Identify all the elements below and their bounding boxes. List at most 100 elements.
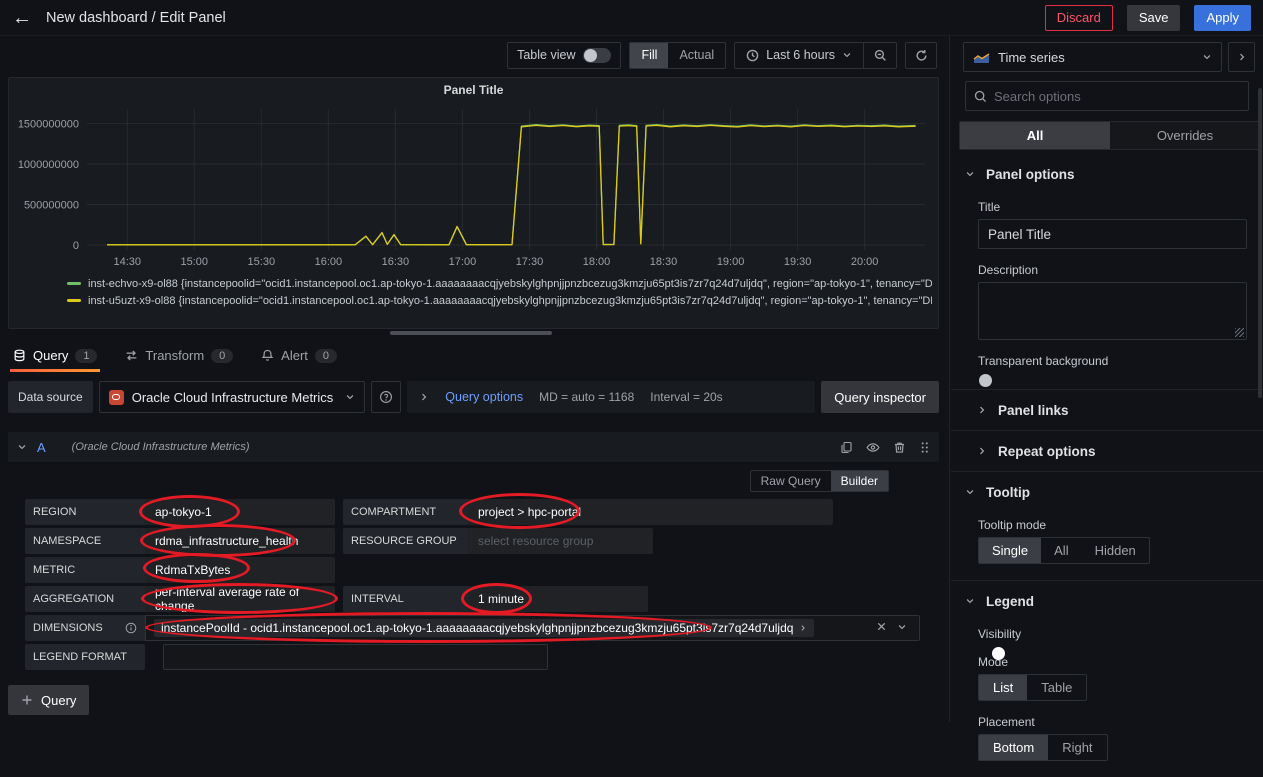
region-field[interactable]: REGION ap-tokyo-1 [25, 499, 335, 525]
query-editor: A (Oracle Cloud Infrastructure Metrics) [8, 432, 939, 670]
tooltip-header[interactable]: Tooltip [951, 472, 1263, 512]
builder-button[interactable]: Builder [831, 471, 888, 491]
query-editor-header[interactable]: A (Oracle Cloud Infrastructure Metrics) [8, 432, 939, 462]
query-options-link[interactable]: Query options [445, 390, 523, 404]
legend-label: inst-u5uzt-x9-ol88 {instancepoolid="ocid… [88, 295, 932, 307]
delete-query-trash-icon[interactable] [893, 441, 906, 454]
timeseries-chart[interactable]: 14:3015:0015:3016:0016:3017:0017:3018:00… [9, 99, 937, 273]
options-search-input[interactable] [994, 89, 1240, 104]
refresh-button[interactable] [905, 42, 937, 69]
legend-item[interactable]: inst-echvo-x9-ol88 {instancepoolid="ocid… [67, 275, 932, 292]
svg-text:17:00: 17:00 [449, 256, 477, 268]
tab-transform[interactable]: Transform 0 [122, 339, 236, 372]
svg-text:14:30: 14:30 [113, 256, 141, 268]
resource-group-placeholder[interactable]: select resource group [468, 528, 603, 554]
back-arrow-icon[interactable]: ← [12, 8, 32, 28]
namespace-value[interactable]: rdma_infrastructure_health [145, 528, 308, 554]
visualization-picker[interactable]: Time series [963, 42, 1222, 72]
metric-field[interactable]: METRIC RdmaTxBytes [25, 557, 335, 583]
dimensions-select[interactable]: instancePoolId - ocid1.instancepool.oc1.… [145, 615, 920, 641]
legend-swatch [67, 299, 81, 302]
legend-mode-label: Mode [978, 655, 1247, 669]
namespace-field[interactable]: NAMESPACE rdma_infrastructure_health [25, 528, 335, 554]
raw-query-button[interactable]: Raw Query [751, 471, 831, 491]
legend-header[interactable]: Legend [951, 581, 1263, 621]
legend-format-input[interactable] [163, 644, 548, 670]
collapse-chevron-icon[interactable] [17, 442, 27, 452]
save-button[interactable]: Save [1127, 5, 1181, 31]
datasource-label: Data source [8, 381, 93, 413]
info-circle-icon[interactable] [125, 622, 137, 634]
repeat-options-header[interactable]: Repeat options [951, 431, 1263, 471]
query-options-row: Query options MD = auto = 1168 Interval … [407, 381, 815, 413]
datasource-picker[interactable]: Oracle Cloud Infrastructure Metrics [99, 381, 366, 413]
apply-button[interactable]: Apply [1194, 5, 1251, 31]
dimensions-field[interactable]: DIMENSIONS instancePoolId - ocid1.instan… [25, 615, 920, 641]
metric-value[interactable]: RdmaTxBytes [145, 557, 240, 583]
legend-placement-right[interactable]: Right [1048, 735, 1106, 760]
compartment-field[interactable]: COMPARTMENT project > hpc-portal [343, 499, 833, 525]
datasource-help-button[interactable] [371, 381, 401, 413]
table-view-switch[interactable] [583, 48, 611, 63]
panel-links-section: Panel links [951, 390, 1263, 431]
query-inspector-button[interactable]: Query inspector [821, 381, 939, 413]
chevron-down-icon [965, 487, 975, 497]
legend-mode-list[interactable]: List [979, 675, 1027, 700]
svg-text:20:00: 20:00 [851, 256, 879, 268]
panel-links-header[interactable]: Panel links [951, 390, 1263, 430]
collapse-options-button[interactable] [1228, 42, 1255, 72]
dimension-chip[interactable]: instancePoolId - ocid1.instancepool.oc1.… [154, 619, 814, 637]
compartment-value[interactable]: project > hpc-portal [468, 499, 591, 525]
options-search[interactable] [965, 81, 1249, 111]
sidebar-scrollbar[interactable] [1258, 88, 1262, 398]
panel-options-header[interactable]: Panel options [951, 154, 1263, 194]
aggregation-field[interactable]: AGGREGATION per-interval average rate of… [25, 586, 335, 612]
legend-mode-table[interactable]: Table [1027, 675, 1086, 700]
legend-horizontal-scrollbar[interactable] [8, 330, 939, 337]
region-value[interactable]: ap-tokyo-1 [145, 499, 222, 525]
legend-placement-bottom[interactable]: Bottom [979, 735, 1048, 760]
min-interval: Interval = 20s [650, 390, 722, 404]
aggregation-value[interactable]: per-interval average rate of change [145, 586, 335, 612]
tooltip-mode-all[interactable]: All [1041, 538, 1081, 563]
description-textarea[interactable] [978, 282, 1247, 340]
discard-button[interactable]: Discard [1045, 5, 1113, 31]
zoom-out-button[interactable] [864, 43, 896, 68]
table-view-label: Table view [517, 48, 575, 62]
tooltip-mode-hidden[interactable]: Hidden [1082, 538, 1149, 563]
tab-all-options[interactable]: All [960, 122, 1110, 149]
query-form: REGION ap-tokyo-1 COMPARTMENT project > … [25, 499, 939, 670]
chart-panel: Panel Title 14:3015:0015:3016:0016:3017:… [8, 77, 939, 329]
hide-query-eye-icon[interactable] [866, 441, 880, 454]
tab-query-count: 1 [75, 349, 97, 363]
tab-alert-label: Alert [281, 348, 308, 363]
time-range-picker[interactable]: Last 6 hours [735, 43, 863, 68]
duplicate-query-icon[interactable] [840, 441, 853, 454]
panel-options-section: Panel options Title Description Transpar… [951, 154, 1263, 390]
table-view-toggle-group[interactable]: Table view [507, 42, 621, 69]
clear-dimensions-icon[interactable] [876, 621, 887, 635]
svg-text:0: 0 [73, 240, 79, 252]
tooltip-mode-single[interactable]: Single [979, 538, 1041, 563]
interval-value[interactable]: 1 minute [468, 586, 534, 612]
repeat-options-section: Repeat options [951, 431, 1263, 472]
bell-icon [261, 349, 274, 362]
query-ref-id: A [37, 440, 46, 455]
panel-title-input[interactable] [978, 219, 1247, 249]
legend-item[interactable]: inst-u5uzt-x9-ol88 {instancepoolid="ocid… [67, 292, 932, 309]
actual-button[interactable]: Actual [668, 43, 725, 68]
workspace: Table view Fill Actual Last 6 hours [0, 36, 950, 722]
legend-label: inst-echvo-x9-ol88 {instancepoolid="ocid… [88, 278, 932, 290]
drag-handle-icon[interactable] [919, 441, 930, 454]
resource-group-field[interactable]: RESOURCE GROUP select resource group [343, 528, 653, 554]
tab-overrides[interactable]: Overrides [1110, 122, 1260, 149]
chevron-right-icon [977, 405, 987, 415]
interval-field[interactable]: INTERVAL 1 minute [343, 586, 648, 612]
chevron-down-icon[interactable] [897, 621, 907, 635]
add-query-button[interactable]: Query [8, 685, 89, 715]
question-circle-icon [379, 390, 393, 404]
tab-query[interactable]: Query 1 [10, 339, 100, 372]
tab-alert[interactable]: Alert 0 [258, 339, 340, 372]
fill-button[interactable]: Fill [630, 43, 668, 68]
timeseries-viz-icon [973, 51, 990, 64]
